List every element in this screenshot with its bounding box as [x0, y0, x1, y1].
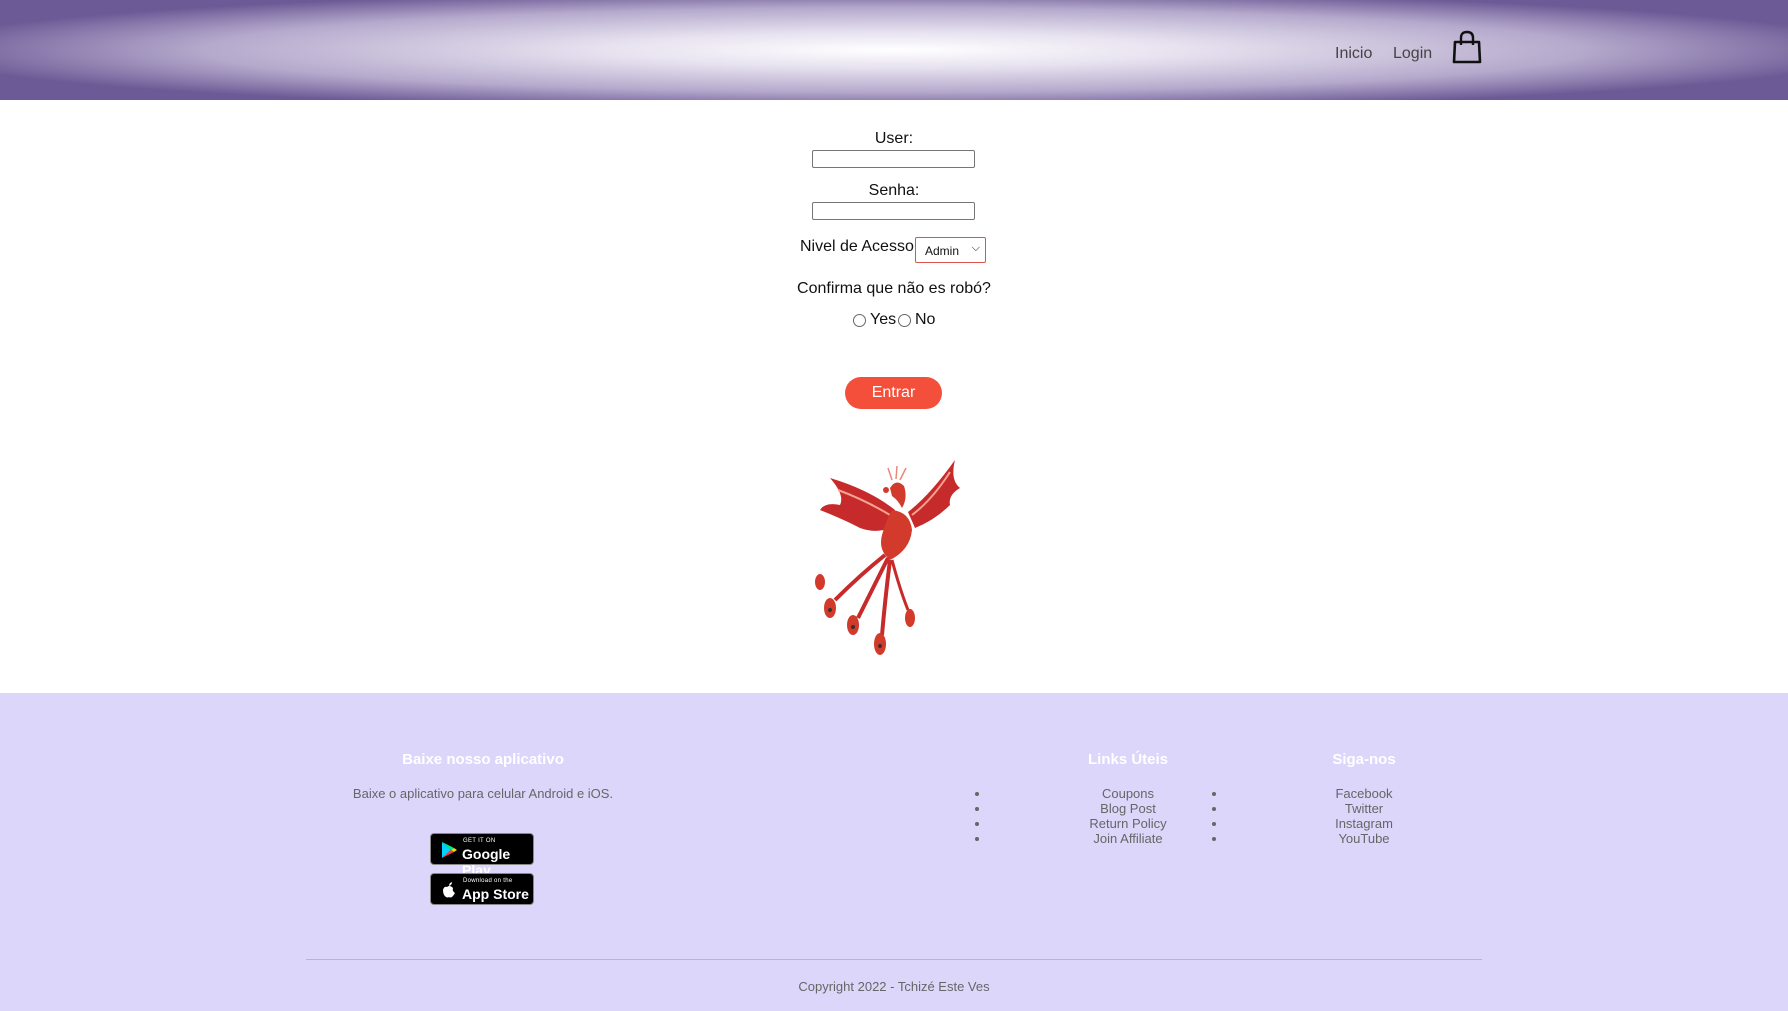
- footer-divider: [306, 959, 1482, 960]
- footer-link-coupons[interactable]: Coupons: [975, 786, 1178, 801]
- access-level-select[interactable]: Admin ⌵: [915, 237, 986, 263]
- footer-social-heading: Siga-nos: [1332, 751, 1396, 768]
- google-play-icon: [442, 842, 457, 858]
- social-link-youtube[interactable]: YouTube: [1212, 831, 1414, 846]
- social-link-facebook[interactable]: Facebook: [1212, 786, 1414, 801]
- user-input[interactable]: [812, 150, 975, 168]
- footer-app-text: Baixe o aplicativo para celular Android …: [352, 786, 614, 801]
- footer-link-join-affiliate[interactable]: Join Affiliate: [975, 831, 1178, 846]
- footer: Baixe nosso aplicativo Baixe o aplicativ…: [0, 693, 1788, 1011]
- user-label: User:: [874, 130, 914, 147]
- footer-app-heading: Baixe nosso aplicativo: [402, 751, 564, 768]
- social-link-twitter[interactable]: Twitter: [1212, 801, 1414, 816]
- phoenix-logo-icon: [815, 460, 960, 655]
- access-level-value: Admin: [925, 244, 960, 258]
- radio-yes-label: Yes: [870, 311, 897, 328]
- footer-links-heading: Links Úteis: [1087, 751, 1169, 768]
- radio-no[interactable]: [898, 314, 911, 327]
- radio-yes[interactable]: [853, 314, 866, 327]
- useful-links-list: Coupons Blog Post Return Policy Join Aff…: [975, 786, 1178, 846]
- radio-no-label: No: [915, 311, 936, 328]
- password-label: Senha:: [868, 182, 920, 199]
- access-level-label: Nivel de Acesso:: [800, 238, 919, 255]
- google-play-badge[interactable]: GET IT ON Google Play: [430, 833, 534, 878]
- social-link-instagram[interactable]: Instagram: [1212, 816, 1414, 831]
- footer-link-return-policy[interactable]: Return Policy: [975, 816, 1178, 831]
- password-input[interactable]: [812, 202, 975, 220]
- social-links-list: Facebook Twitter Instagram YouTube: [1212, 786, 1414, 846]
- copyright-text: Copyright 2022 - Tchizé Este Ves: [798, 979, 990, 994]
- google-play-small-text: GET IT ON: [463, 838, 496, 844]
- app-store-small-text: Download on the: [463, 878, 513, 884]
- apple-icon: [443, 882, 455, 898]
- nav-link-login[interactable]: Login: [1393, 45, 1432, 63]
- footer-link-blog-post[interactable]: Blog Post: [975, 801, 1178, 816]
- app-store-big-text: App Store: [462, 886, 529, 902]
- nav-link-inicio[interactable]: Inicio: [1335, 45, 1372, 63]
- entrar-button[interactable]: Entrar: [845, 377, 942, 409]
- shopping-bag-icon[interactable]: [1452, 30, 1482, 64]
- header-banner: Inicio Login: [0, 0, 1788, 100]
- chevron-down-icon: ⌵: [971, 242, 980, 254]
- app-store-badge[interactable]: Download on the App Store: [430, 873, 534, 905]
- robot-question: Confirma que não es robó?: [797, 280, 991, 297]
